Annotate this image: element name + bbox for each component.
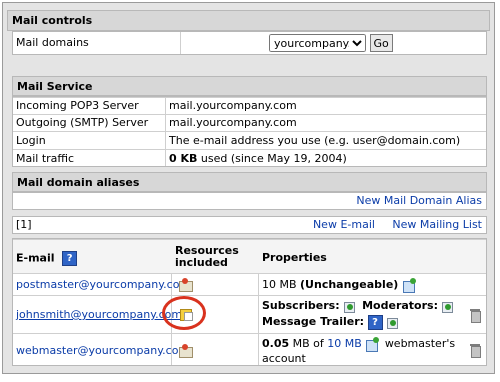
- traffic-label: Mail traffic: [16, 152, 75, 165]
- edit-properties-icon[interactable]: [402, 278, 418, 293]
- aliases-box: New Mail Domain Alias: [12, 192, 487, 210]
- moderators-label: Moderators:: [362, 299, 438, 312]
- email-table: E-mail ? Resources included Properties p…: [12, 238, 487, 366]
- properties-cell: Subscribers: Moderators: Message Trailer…: [259, 298, 454, 330]
- traffic-suffix: used (since May 19, 2004): [200, 152, 347, 165]
- used-amount: 0.05: [262, 337, 290, 350]
- mail-domains-label: Mail domains: [16, 36, 89, 49]
- mail-domain-select[interactable]: yourcompany.com: [269, 34, 366, 52]
- service-row: Login The e-mail address you use (e.g. u…: [13, 131, 486, 150]
- email-link[interactable]: johnsmith@yourcompany.com: [16, 308, 182, 321]
- account-icon[interactable]: [365, 337, 381, 352]
- traffic-value: 0 KB used (since May 19, 2004): [166, 150, 347, 167]
- email-header-label: E-mail: [16, 251, 55, 265]
- mail-domains-box: Mail domains yourcompany.com Go: [12, 31, 487, 55]
- service-value: mail.yourcompany.com: [169, 116, 297, 129]
- quota-link[interactable]: 10 MB: [327, 337, 362, 350]
- properties-cell: 10 MB (Unchangeable): [259, 278, 418, 293]
- service-label: Outgoing (SMTP) Server: [16, 116, 149, 129]
- trash-icon[interactable]: [469, 343, 481, 358]
- trash-icon[interactable]: [469, 308, 481, 323]
- service-row: Mail traffic 0 KB used (since May 19, 20…: [13, 149, 486, 168]
- resources-column-header: Resources included: [175, 244, 239, 269]
- resources-cell: [175, 277, 193, 292]
- email-link[interactable]: postmaster@yourcompany.com: [16, 278, 190, 291]
- service-label: Login: [16, 134, 46, 147]
- service-row: Incoming POP3 Server mail.yourcompany.co…: [13, 97, 486, 115]
- subscribers-label: Subscribers:: [262, 299, 340, 312]
- unchangeable-note: (Unchangeable): [300, 278, 399, 291]
- email-cell: johnsmith@yourcompany.com: [13, 308, 182, 321]
- table-row: johnsmith@yourcompany.com Subscribers: M…: [13, 295, 486, 334]
- divider: [180, 32, 181, 54]
- new-mailing-list-link[interactable]: New Mailing List: [392, 218, 482, 231]
- table-row: postmaster@yourcompany.com 10 MB (Unchan…: [13, 273, 486, 296]
- annotation-circle: [162, 296, 206, 330]
- service-value: mail.yourcompany.com: [169, 99, 297, 112]
- domain-picker: yourcompany.com Go: [269, 34, 393, 52]
- mail-service-title: Mail Service: [17, 80, 93, 93]
- help-icon[interactable]: ?: [62, 251, 78, 266]
- service-label: Incoming POP3 Server: [16, 99, 139, 112]
- resources-icon[interactable]: [178, 277, 193, 292]
- list-toolbar: [1] New E-mail New Mailing List: [12, 216, 487, 234]
- trailer-edit-icon[interactable]: [386, 316, 399, 329]
- properties-cell: 0.05 MB of 10 MB webmaster's account: [259, 336, 486, 366]
- mb-of-label: MB of: [292, 337, 324, 350]
- new-email-link[interactable]: New E-mail: [313, 218, 375, 231]
- mail-service-box: Incoming POP3 Server mail.yourcompany.co…: [12, 96, 487, 167]
- delete-cell: [469, 308, 481, 323]
- service-row: Outgoing (SMTP) Server mail.yourcompany.…: [13, 114, 486, 132]
- traffic-amount: 0 KB: [169, 152, 198, 165]
- mail-controls-header: Mail controls: [7, 10, 490, 31]
- email-cell: webmaster@yourcompany.com: [13, 344, 189, 357]
- mail-controls-title: Mail controls: [12, 14, 93, 27]
- service-value: The e-mail address you use (e.g. user@do…: [169, 134, 461, 147]
- mail-service-header: Mail Service: [12, 76, 487, 96]
- go-button[interactable]: Go: [369, 34, 393, 52]
- trailer-help-icon[interactable]: ?: [367, 314, 383, 330]
- aliases-title: Mail domain aliases: [17, 176, 140, 189]
- email-column-header: E-mail ?: [13, 251, 78, 266]
- item-count: [1]: [16, 218, 32, 231]
- properties-column-header: Properties: [262, 251, 327, 264]
- table-header: E-mail ? Resources included Properties: [13, 239, 486, 274]
- message-trailer-label: Message Trailer:: [262, 315, 365, 328]
- moderators-edit-icon[interactable]: [441, 300, 454, 313]
- email-cell: postmaster@yourcompany.com: [13, 278, 190, 291]
- mailbox-size: 10 MB: [262, 278, 297, 291]
- table-row: webmaster@yourcompany.com 0.05 MB of 10 …: [13, 333, 486, 367]
- delete-cell: [469, 343, 481, 358]
- email-link[interactable]: webmaster@yourcompany.com: [16, 344, 189, 357]
- subscribers-edit-icon[interactable]: [343, 300, 356, 313]
- resources-cell: [175, 343, 193, 358]
- toolbar-links: New E-mail New Mailing List: [313, 217, 482, 233]
- new-mail-domain-alias-link[interactable]: New Mail Domain Alias: [356, 194, 482, 207]
- aliases-header: Mail domain aliases: [12, 172, 487, 192]
- resources-icon[interactable]: [178, 343, 193, 358]
